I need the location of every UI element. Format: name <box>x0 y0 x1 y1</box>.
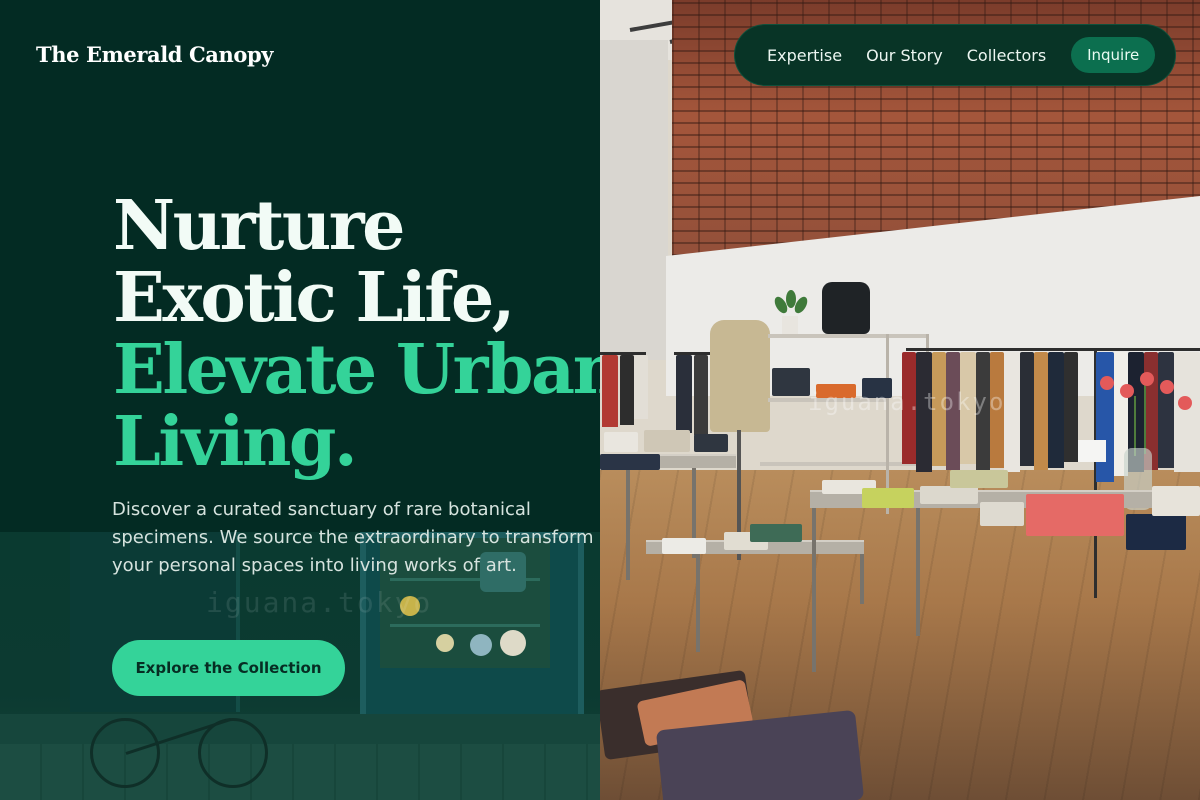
folded-clothes <box>604 432 638 452</box>
headline-line-accent: Living. <box>113 402 358 482</box>
folded-clothes <box>750 524 802 542</box>
side-wall <box>600 40 668 360</box>
garment <box>1048 352 1064 468</box>
table-leg <box>860 554 864 604</box>
display-object <box>470 634 492 656</box>
folded-clothes <box>1126 514 1186 550</box>
folded-clothes <box>920 486 978 504</box>
folded-clothes <box>980 502 1024 526</box>
hero-panel: iguana.tokyo The Emerald Canopy Nurture … <box>0 0 600 800</box>
plant-pot <box>782 316 798 334</box>
garment <box>676 355 692 433</box>
table-leg <box>626 468 630 580</box>
flower <box>1100 376 1114 390</box>
folded-clothes <box>1152 486 1200 516</box>
folded-clothes <box>662 538 706 554</box>
shelf-post <box>886 334 889 514</box>
brand-logo[interactable]: The Emerald Canopy <box>36 42 273 67</box>
folded-clothes <box>644 430 690 452</box>
garment <box>634 355 648 419</box>
wall-shelf <box>760 462 920 466</box>
table-leg <box>696 554 700 652</box>
garment <box>1004 352 1020 472</box>
rack-sign <box>1078 440 1106 462</box>
folded-clothes <box>862 488 914 508</box>
nav-link-our-story[interactable]: Our Story <box>866 46 943 65</box>
clothing-rail <box>906 348 1200 351</box>
folded-clothes <box>950 470 1008 488</box>
store-interior-photo: iguana.tokyo <box>600 0 1200 800</box>
folded-clothes <box>1026 494 1124 536</box>
curb <box>0 714 600 744</box>
garment <box>1064 352 1078 462</box>
nav-link-collectors[interactable]: Collectors <box>967 46 1046 65</box>
inquire-button[interactable]: Inquire <box>1071 37 1156 73</box>
explore-collection-button[interactable]: Explore the Collection <box>112 640 345 696</box>
flower-stem <box>1134 396 1136 456</box>
flower <box>1120 384 1134 398</box>
garment <box>602 355 618 427</box>
headline-line-accent: Elevate Urban <box>113 330 600 410</box>
foreground-clothes <box>600 669 870 800</box>
flower-stem <box>1144 380 1146 454</box>
flower <box>1160 380 1174 394</box>
garment <box>694 355 708 435</box>
nav-link-expertise[interactable]: Expertise <box>767 46 842 65</box>
photo-watermark: iguana.tokyo <box>808 388 1006 416</box>
garment <box>1174 352 1200 472</box>
photo-watermark: iguana.tokyo <box>206 586 433 619</box>
headline-line: Nurture <box>113 186 405 266</box>
display-shelf <box>390 624 540 627</box>
hero-headline: Nurture Exotic Life, Elevate Urban Livin… <box>113 186 600 482</box>
bicycle-wheel <box>198 718 268 788</box>
mannequin-jacket <box>710 320 770 432</box>
flower <box>1140 372 1154 386</box>
top-navigation: Expertise Our Story Collectors Inquire <box>734 24 1176 86</box>
garment <box>1020 352 1034 466</box>
flower <box>1178 396 1192 410</box>
folded-clothes <box>694 434 728 452</box>
garment <box>1096 352 1114 482</box>
headline-line: Exotic Life, <box>113 258 515 338</box>
backpack <box>822 282 870 334</box>
garment <box>1034 352 1048 470</box>
display-object <box>500 630 526 656</box>
table-leg <box>916 508 920 636</box>
display-object <box>436 634 454 652</box>
wall-shelf <box>768 334 928 338</box>
garment <box>1158 352 1174 468</box>
hero-description: Discover a curated sanctuary of rare bot… <box>112 499 594 576</box>
table-leg <box>812 508 816 672</box>
folded-clothes <box>600 454 660 470</box>
folded-clothes <box>772 368 810 396</box>
garment <box>620 355 634 425</box>
